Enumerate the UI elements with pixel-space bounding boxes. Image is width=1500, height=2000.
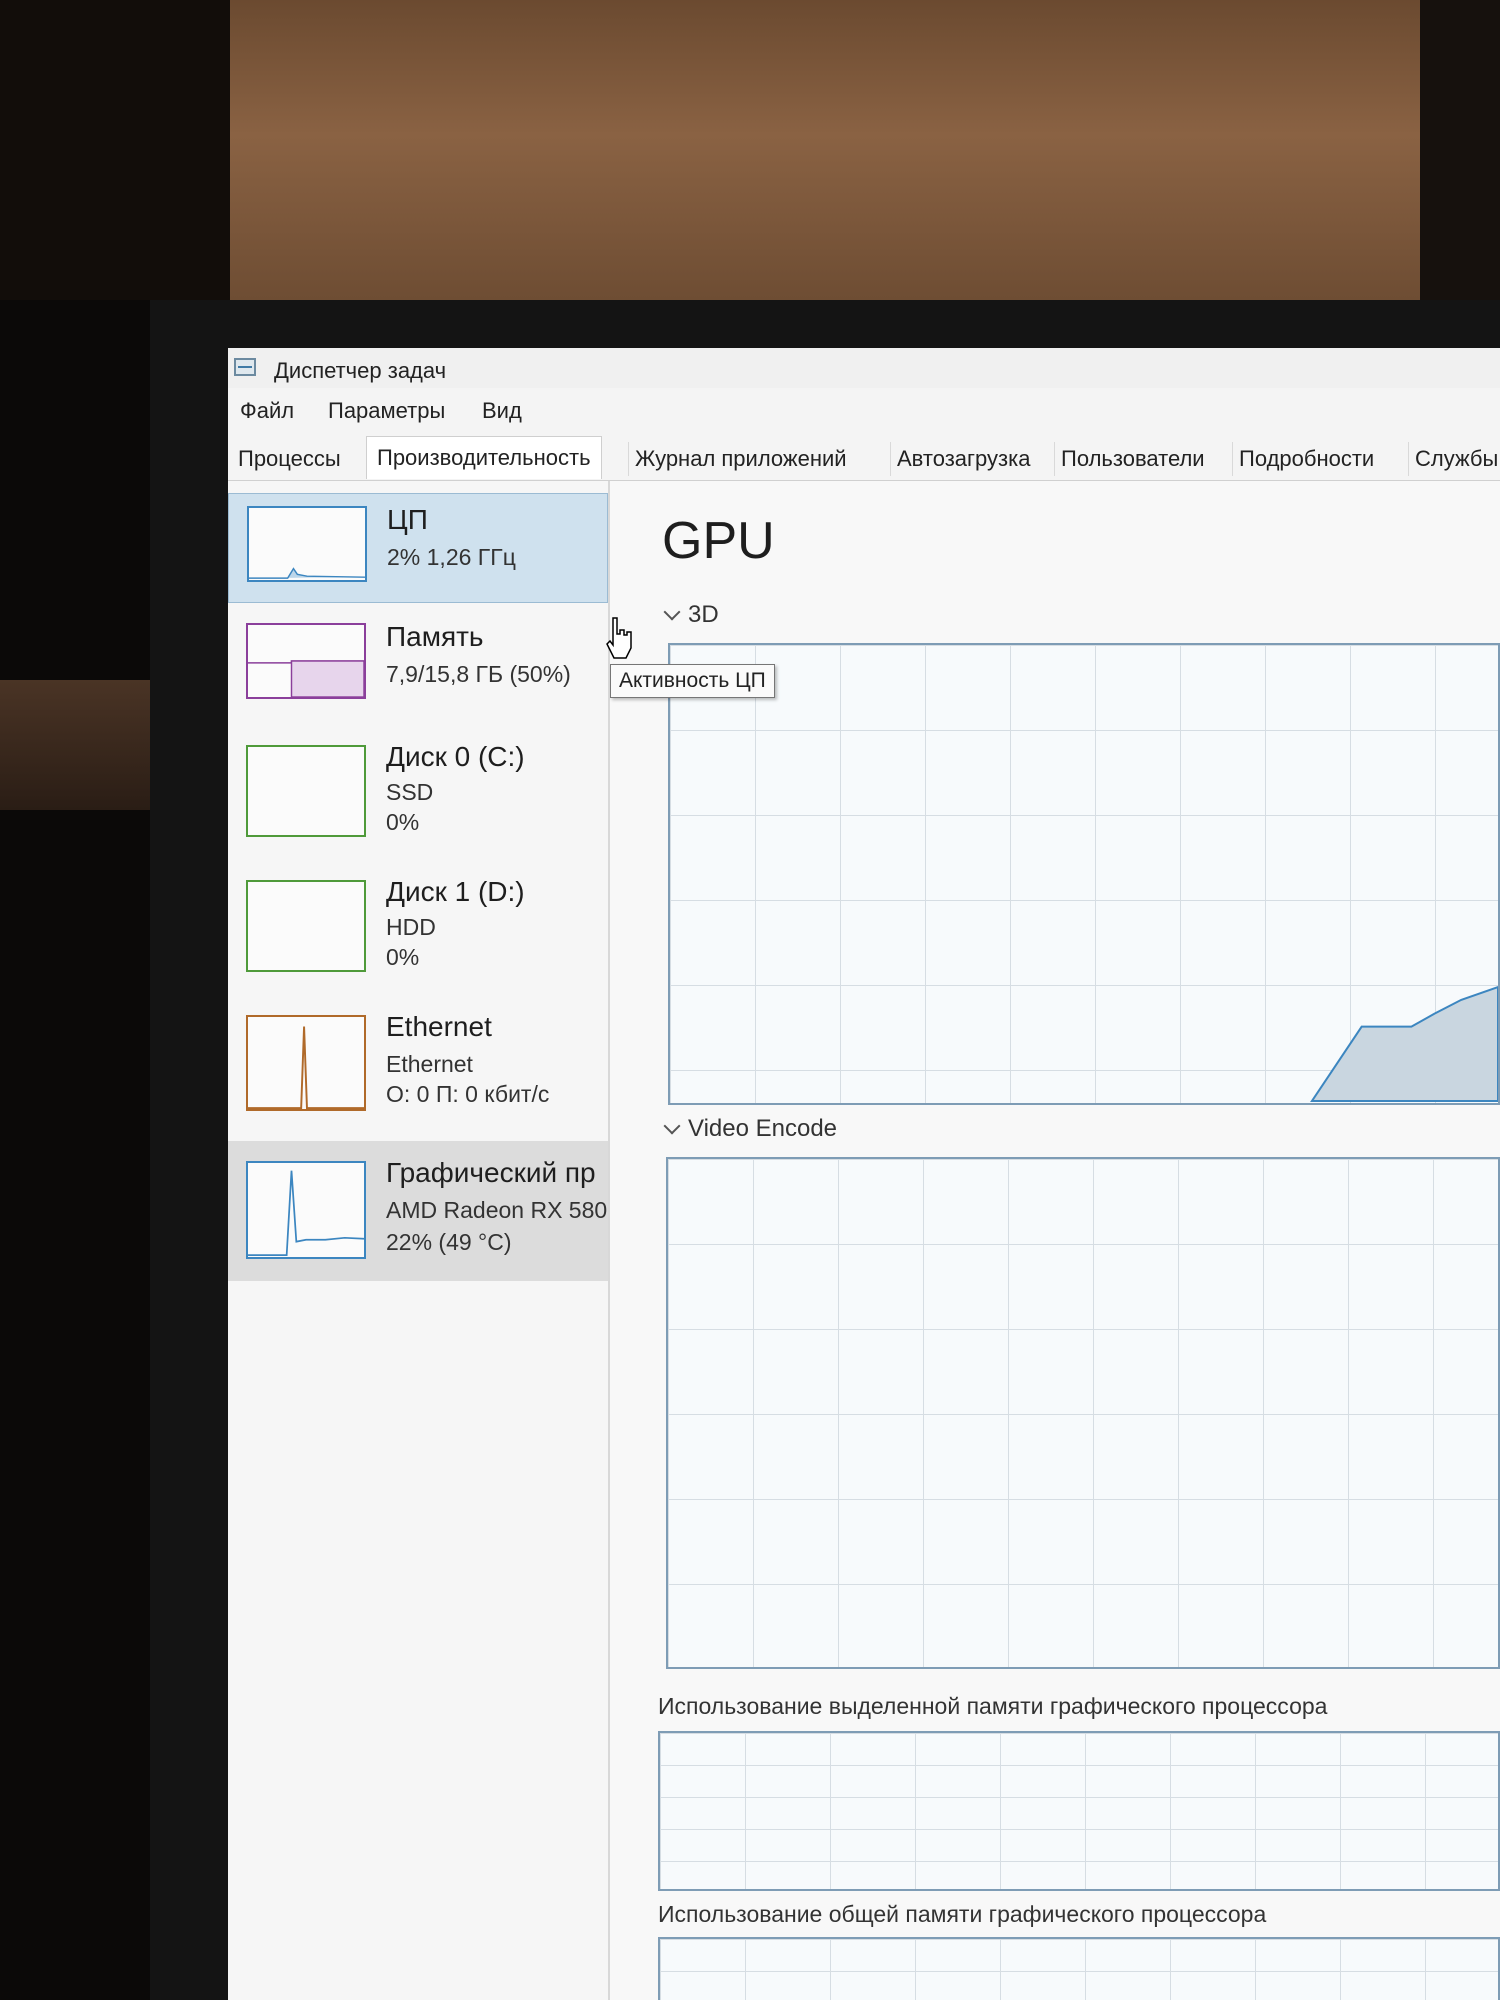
graph-3d	[668, 643, 1500, 1105]
disk1-sparkline	[246, 880, 366, 972]
graph-video-encode	[666, 1157, 1500, 1669]
memory-sparkline	[246, 623, 366, 699]
section-3d-label[interactable]: 3D	[663, 601, 719, 629]
resource-list: ЦП 2% 1,26 ГГц Память 7,9/15,8 ГБ (50%) …	[228, 481, 610, 2000]
section-shared-memory-label: Использование общей памяти графического …	[658, 1901, 1267, 1927]
hand-cursor-icon	[606, 617, 632, 659]
resource-gpu[interactable]: Графический пр AMD Radeon RX 580 22% (49…	[228, 1141, 608, 1281]
resource-memory-usage: 7,9/15,8 ГБ (50%)	[386, 661, 571, 687]
gpu-detail-panel: GPU 3D Video Encode Использование выделе…	[610, 481, 1500, 2000]
resource-disk1-type: HDD	[386, 914, 436, 940]
resource-disk1-name: Диск 1 (D:)	[386, 876, 525, 907]
gpu-sparkline	[246, 1161, 366, 1259]
resource-ethernet-name: Ethernet	[386, 1011, 492, 1042]
menu-bar: Файл Параметры Вид	[228, 390, 1500, 426]
resource-disk0-name: Диск 0 (C:)	[386, 741, 525, 772]
tab-startup[interactable]: Автозагрузка	[890, 442, 1036, 476]
resource-memory[interactable]: Память 7,9/15,8 ГБ (50%)	[228, 611, 608, 721]
chevron-down-icon	[663, 603, 681, 621]
page-title: GPU	[662, 512, 775, 570]
resource-disk0-type: SSD	[386, 779, 434, 805]
resource-cpu[interactable]: ЦП 2% 1,26 ГГц	[228, 493, 608, 603]
menu-view[interactable]: Вид	[482, 398, 522, 424]
graph-shared-memory	[658, 1937, 1500, 2000]
section-dedicated-memory-label: Использование выделенной памяти графичес…	[658, 1693, 1328, 1719]
tab-processes[interactable]: Процессы	[232, 442, 347, 476]
resource-gpu-name: Графический пр	[386, 1157, 596, 1188]
cpu-activity-tooltip: Активность ЦП	[610, 664, 775, 698]
resource-disk0[interactable]: Диск 0 (C:) SSD 0%	[228, 731, 608, 841]
task-manager-icon	[234, 358, 256, 376]
resource-gpu-model: AMD Radeon RX 580	[386, 1197, 608, 1223]
tab-services[interactable]: Службы	[1408, 442, 1500, 476]
resource-ethernet[interactable]: Ethernet Ethernet О: 0 П: 0 кбит/с	[228, 1001, 608, 1111]
tab-bar: Процессы Производительность Журнал прило…	[228, 434, 1500, 481]
photo-background-wall	[230, 0, 1420, 300]
resource-disk1-usage: 0%	[386, 944, 420, 970]
section-video-encode-label[interactable]: Video Encode	[663, 1115, 838, 1143]
tab-details[interactable]: Подробности	[1232, 442, 1380, 476]
graph-dedicated-memory	[658, 1731, 1500, 1891]
resource-cpu-name: ЦП	[387, 504, 428, 535]
menu-options[interactable]: Параметры	[328, 398, 445, 424]
tab-performance[interactable]: Производительность	[366, 436, 602, 479]
resource-cpu-usage: 2% 1,26 ГГц	[387, 544, 516, 570]
chevron-down-icon	[663, 1117, 681, 1135]
menu-file[interactable]: Файл	[240, 398, 294, 424]
section-video-encode-text: Video Encode	[688, 1115, 838, 1142]
resource-gpu-usage: 22% (49 °C)	[386, 1229, 512, 1255]
resource-disk1[interactable]: Диск 1 (D:) HDD 0%	[228, 866, 608, 976]
photo-background-right	[1420, 0, 1500, 300]
tab-app-history[interactable]: Журнал приложений	[628, 442, 853, 476]
resource-memory-name: Память	[386, 621, 484, 652]
disk0-sparkline	[246, 745, 366, 837]
cpu-sparkline	[247, 506, 367, 582]
title-bar[interactable]: Диспетчер задач	[228, 348, 1500, 388]
resource-ethernet-adapter: Ethernet	[386, 1051, 473, 1077]
photo-background-left	[0, 0, 230, 300]
window-title: Диспетчер задач	[274, 358, 447, 383]
tab-users[interactable]: Пользователи	[1054, 442, 1211, 476]
resource-disk0-usage: 0%	[386, 809, 420, 835]
section-3d-text: 3D	[688, 601, 719, 628]
resource-ethernet-throughput: О: 0 П: 0 кбит/с	[386, 1081, 550, 1107]
task-manager-window: Диспетчер задач Файл Параметры Вид Проце…	[228, 348, 1500, 2000]
ethernet-sparkline	[246, 1015, 366, 1111]
